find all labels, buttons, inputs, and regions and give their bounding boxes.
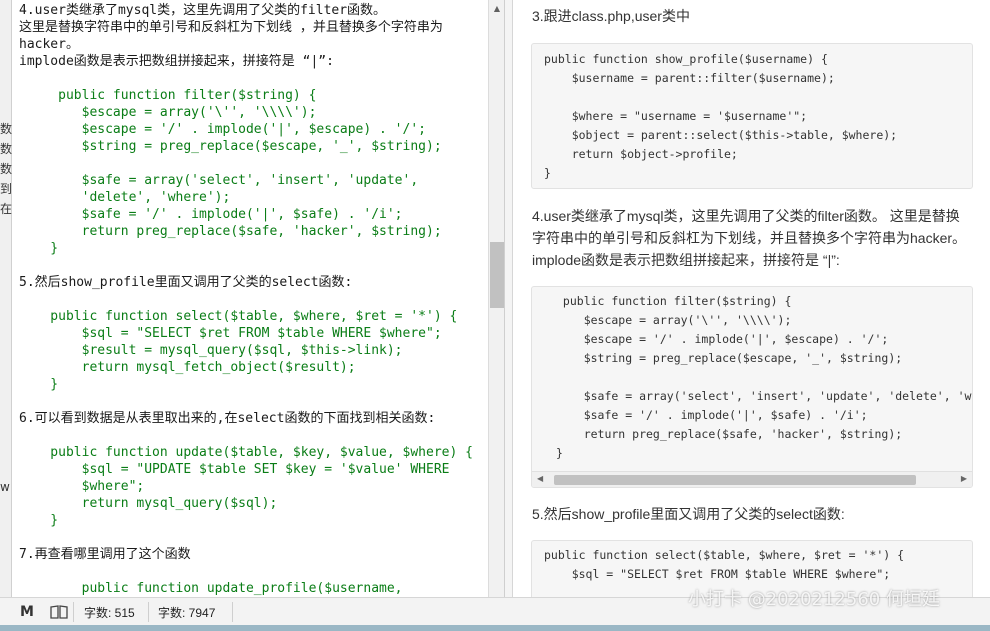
sliver-char: 到 xyxy=(0,182,12,196)
markdown-icon[interactable]: M xyxy=(20,598,34,626)
preview-paragraph-4-line-1: 4.user类继承了mysql类，这里先调用了父类的filter函数。 这里是替… xyxy=(532,208,960,224)
sliver-char: w xyxy=(0,480,10,494)
editor-line: $escape = array('\'', '\\\\'); xyxy=(19,105,317,120)
editor-line: $escape = '/' . implode('|', $escape) . … xyxy=(19,122,426,137)
markdown-editor[interactable]: 4.user类继承了mysql类，这里先调用了父类的filter函数。这里是替换… xyxy=(12,0,489,597)
code-line: $sql = "SELECT $ret FROM $table WHERE $w… xyxy=(544,567,891,581)
editor-line: $sql = "UPDATE $table SET $key = '$value… xyxy=(19,462,450,477)
sliver-char: 数 xyxy=(0,162,12,176)
code-line: $safe = array('select', 'insert', 'updat… xyxy=(583,389,972,403)
sliver-char: 数 xyxy=(0,142,12,156)
editor-line: $safe = array('select', 'insert', 'updat… xyxy=(19,173,419,188)
code-line: $safe = '/' . implode('|', $safe) . '/i'… xyxy=(556,408,868,422)
code-line: $escape = '/' . implode('|', $escape) . … xyxy=(556,332,889,346)
code-line: return $object->profile; xyxy=(544,147,738,161)
code-line: $string = preg_replace($escape, '_', $st… xyxy=(556,351,903,365)
scroll-right-arrow-icon[interactable]: ▶ xyxy=(961,474,967,483)
editor-line: return mysql_query($sql); xyxy=(19,496,278,511)
editor-line: public function update($table, $key, $va… xyxy=(19,445,473,460)
code-line: public function filter($string) { xyxy=(556,294,792,308)
preview-paragraph-5: 5.然后show_profile里面又调用了父类的select函数: xyxy=(532,506,845,522)
watermark: 小打卡 @2020212560 何垣廷 xyxy=(688,589,940,610)
book-icon[interactable] xyxy=(50,598,68,626)
code-line: } xyxy=(556,446,563,460)
preview-paragraph-4-line-3: implode函数是表示把数组拼接起来，拼接符是 “|”: xyxy=(532,252,840,268)
editor-line: } xyxy=(19,241,59,256)
sliver-char: 数 xyxy=(0,122,12,136)
editor-line: 7.再查看哪里调用了这个函数 xyxy=(19,547,191,562)
code-line: } xyxy=(544,166,551,180)
code-line: $username = parent::filter($username); xyxy=(544,71,835,85)
scroll-left-arrow-icon[interactable]: ◀ xyxy=(537,474,543,483)
code-block-show-profile: public function show_profile($username) … xyxy=(531,43,973,189)
horizontal-scrollbar-thumb[interactable] xyxy=(554,475,916,485)
markdown-preview: 3.跟进class.php,user类中 public function sho… xyxy=(513,0,990,597)
code-line: $escape = array('\'', '\\\\'); xyxy=(556,313,792,327)
editor-line: public function filter($string) { xyxy=(19,88,317,103)
editor-line: $safe = '/' . implode('|', $safe) . '/i'… xyxy=(19,207,403,222)
pane-splitter[interactable] xyxy=(505,0,513,597)
preview-paragraph-4-line-2: 字符串中的单引号和反斜杠为下划线，并且替换多个字符串为hacker。 xyxy=(532,230,967,246)
editor-line: $sql = "SELECT $ret FROM $table WHERE $w… xyxy=(19,326,442,341)
editor-line: public function select($table, $where, $… xyxy=(19,309,458,324)
editor-line: } xyxy=(19,513,59,528)
editor-line: public function update_profile($username… xyxy=(19,581,403,596)
editor-line: $result = mysql_query($sql, $this->link)… xyxy=(19,343,403,358)
editor-line: hacker。 xyxy=(19,37,79,52)
word-count: 字数: 515 xyxy=(84,605,135,620)
editor-line: 这里是替换字符串中的单引号和反斜杠为下划线 ，并且替换多个字符串为 xyxy=(19,20,443,35)
editor-vertical-scrollbar[interactable]: ▲ xyxy=(489,0,505,597)
editor-line: 'delete', 'where'); xyxy=(19,190,231,205)
code-line: $where = "username = '$username'"; xyxy=(544,109,808,123)
editor-line: implode函数是表示把数组拼接起来，拼接符是 “|”: xyxy=(19,54,334,69)
editor-line: 6.可以看到数据是从表里取出来的,在select函数的下面找到相关函数: xyxy=(19,411,436,426)
code-line: public function select($table, $where, $… xyxy=(544,548,905,562)
sliver-char: 在 xyxy=(0,202,12,216)
editor-line: $where"; xyxy=(19,479,145,494)
scroll-up-arrow-icon[interactable]: ▲ xyxy=(489,0,505,16)
char-count: 字数: 7947 xyxy=(158,605,216,620)
code-block-filter: public function filter($string) { $escap… xyxy=(531,286,973,488)
code-line: public function show_profile($username) … xyxy=(544,52,828,66)
background-window-sliver: 数 数 数 到 在 w xyxy=(0,0,12,600)
code-line: $object = parent::select($this->table, $… xyxy=(544,128,898,142)
editor-line: } xyxy=(19,377,59,392)
preview-paragraph-3: 3.跟进class.php,user类中 xyxy=(532,8,690,24)
editor-text[interactable]: 4.user类继承了mysql类，这里先调用了父类的filter函数。这里是替换… xyxy=(19,2,488,597)
editor-line: $string = preg_replace($escape, '_', $st… xyxy=(19,139,442,154)
taskbar-edge xyxy=(0,625,990,631)
editor-line: 5.然后show_profile里面又调用了父类的select函数: xyxy=(19,275,353,290)
code-line: return preg_replace($safe, 'hacker', $st… xyxy=(556,427,903,441)
editor-line: 4.user类继承了mysql类，这里先调用了父类的filter函数。 xyxy=(19,3,387,18)
editor-line: return mysql_fetch_object($result); xyxy=(19,360,356,375)
editor-line: return preg_replace($safe, 'hacker', $st… xyxy=(19,224,442,239)
scrollbar-thumb[interactable] xyxy=(490,242,504,308)
code-horizontal-scrollbar[interactable]: ◀ ▶ xyxy=(532,471,972,487)
